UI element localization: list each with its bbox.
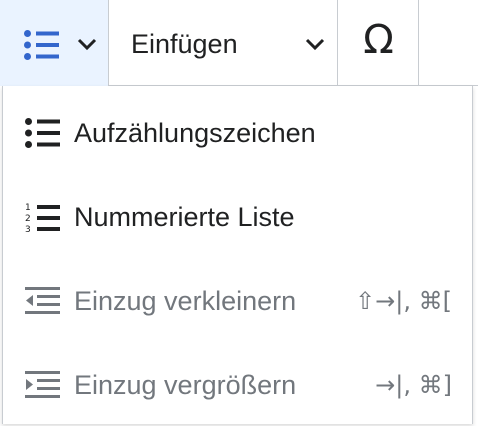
menu-item-bulleted-list[interactable]: Aufzählungszeichen: [3, 90, 472, 174]
keyboard-shortcut: →|, ⌘]: [375, 371, 452, 399]
svg-text:1: 1: [25, 203, 31, 213]
menu-item-label: Aufzählungszeichen: [74, 118, 316, 148]
menu-item-outdent[interactable]: Einzug verkleinern ⇧→|, ⌘[: [3, 258, 472, 342]
bulleted-list-icon: [25, 118, 61, 153]
svg-text:3: 3: [25, 225, 31, 234]
list-dropdown-menu: Aufzählungszeichen 1 2 3 Nummerierte Lis…: [2, 86, 473, 424]
insert-dropdown-button[interactable]: Einfügen: [108, 0, 338, 86]
menu-item-label: Einzug verkleinern: [74, 286, 297, 316]
menu-item-numbered-list[interactable]: 1 2 3 Nummerierte Liste: [3, 174, 472, 258]
numbered-list-icon: 1 2 3: [25, 202, 61, 239]
list-dropdown-button[interactable]: [0, 0, 108, 86]
outdent-icon: [25, 286, 61, 321]
insert-label: Einfügen: [131, 29, 238, 59]
omega-icon: Ω: [363, 17, 394, 63]
menu-item-label: Nummerierte Liste: [74, 202, 295, 232]
keyboard-shortcut: ⇧→|, ⌘[: [355, 287, 452, 315]
special-characters-button[interactable]: Ω: [338, 0, 419, 86]
chevron-down-icon: [77, 38, 97, 57]
menu-item-label: Einzug vergrößern: [74, 370, 297, 400]
indent-icon: [25, 370, 61, 405]
editor-toolbar: Einfügen Ω: [0, 0, 478, 86]
svg-text:2: 2: [25, 214, 31, 224]
menu-item-indent[interactable]: Einzug vergrößern →|, ⌘]: [3, 342, 472, 426]
bulleted-list-icon: [24, 30, 60, 65]
chevron-down-icon: [305, 38, 325, 57]
